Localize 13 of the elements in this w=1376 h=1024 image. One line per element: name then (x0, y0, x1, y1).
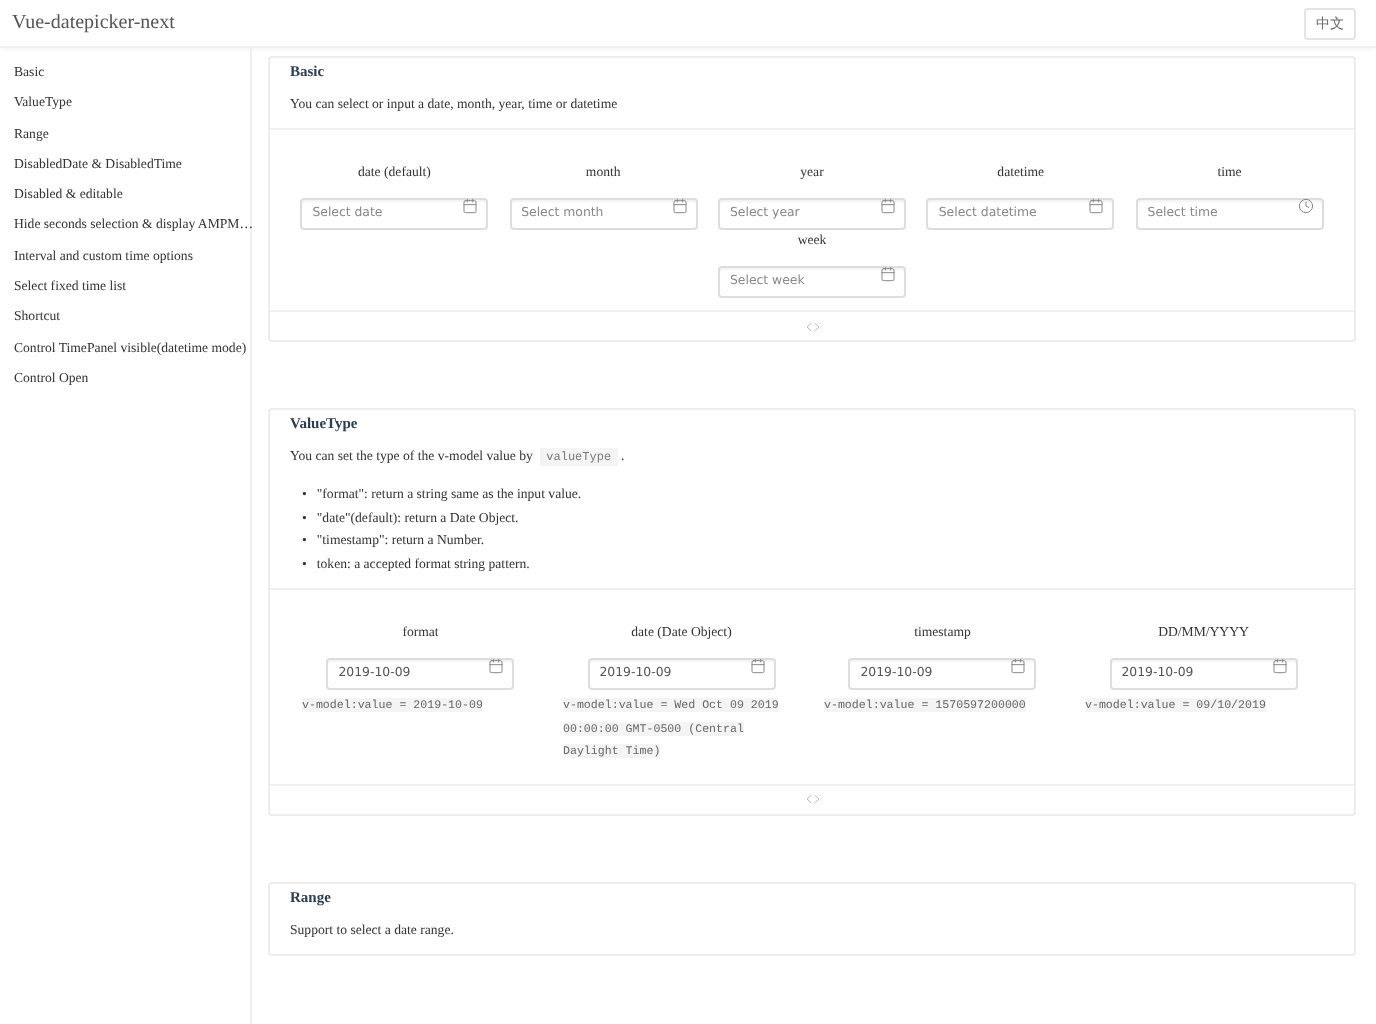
calendar-icon (1088, 198, 1105, 214)
calendar-icon (462, 198, 479, 214)
clock-icon (1297, 198, 1314, 214)
calendar-icon (488, 658, 505, 674)
site-title: Vue-datepicker-next (12, 12, 175, 34)
calendar-icon (879, 266, 896, 282)
code-icon[interactable] (805, 319, 819, 333)
calendar-icon (749, 658, 766, 674)
calendar-icon (879, 198, 896, 214)
calendar-icon (671, 198, 688, 214)
calendar-icon (1271, 658, 1288, 674)
code-icon[interactable] (805, 792, 819, 806)
calendar-icon (1010, 658, 1027, 674)
